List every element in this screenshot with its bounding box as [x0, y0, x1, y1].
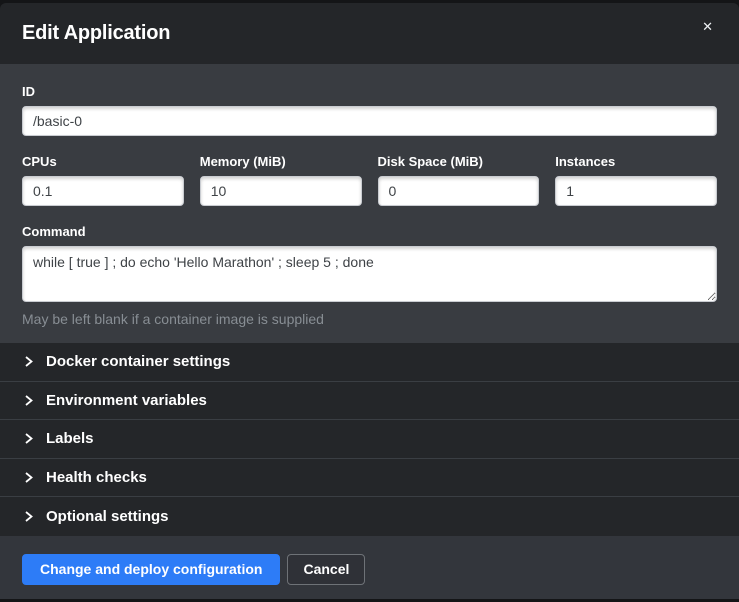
- command-field-group: Command while [ true ] ; do echo 'Hello …: [22, 224, 717, 327]
- memory-label: Memory (MiB): [200, 154, 362, 169]
- instances-field-group: Instances: [555, 154, 717, 206]
- section-health-checks[interactable]: Health checks: [0, 459, 739, 498]
- command-help-text: May be left blank if a container image i…: [22, 311, 717, 327]
- page-title: Edit Application: [22, 22, 170, 45]
- disk-input[interactable]: [378, 176, 540, 206]
- id-input[interactable]: [22, 106, 717, 136]
- section-environment-variables[interactable]: Environment variables: [0, 382, 739, 421]
- command-textarea[interactable]: while [ true ] ; do echo 'Hello Marathon…: [22, 246, 717, 302]
- section-docker-container-settings[interactable]: Docker container settings: [0, 343, 739, 382]
- section-optional-settings[interactable]: Optional settings: [0, 497, 739, 536]
- close-icon: ✕: [702, 19, 713, 34]
- section-label: Health checks: [46, 469, 147, 486]
- chevron-right-icon: [22, 355, 35, 368]
- chevron-right-icon: [22, 510, 35, 523]
- chevron-right-icon: [22, 471, 35, 484]
- edit-application-modal: Edit Application ✕ ID CPUs Memory (MiB) …: [0, 3, 739, 599]
- change-and-deploy-button[interactable]: Change and deploy configuration: [22, 554, 280, 585]
- disk-label: Disk Space (MiB): [378, 154, 540, 169]
- cpus-field-group: CPUs: [22, 154, 184, 206]
- command-label: Command: [22, 224, 717, 239]
- application-form: ID CPUs Memory (MiB) Disk Space (MiB) In…: [0, 64, 739, 343]
- close-button[interactable]: ✕: [698, 16, 717, 37]
- id-field-group: ID: [22, 84, 717, 136]
- section-label: Labels: [46, 430, 94, 447]
- id-label: ID: [22, 84, 717, 99]
- section-label: Environment variables: [46, 392, 207, 409]
- disk-field-group: Disk Space (MiB): [378, 154, 540, 206]
- memory-input[interactable]: [200, 176, 362, 206]
- section-label: Optional settings: [46, 508, 169, 525]
- cancel-button[interactable]: Cancel: [287, 554, 365, 585]
- chevron-right-icon: [22, 394, 35, 407]
- cpus-input[interactable]: [22, 176, 184, 206]
- collapsible-sections: Docker container settings Environment va…: [0, 343, 739, 536]
- cpus-label: CPUs: [22, 154, 184, 169]
- memory-field-group: Memory (MiB): [200, 154, 362, 206]
- resources-row: CPUs Memory (MiB) Disk Space (MiB) Insta…: [22, 154, 717, 206]
- modal-footer: Change and deploy configuration Cancel: [0, 536, 739, 599]
- chevron-right-icon: [22, 432, 35, 445]
- section-labels[interactable]: Labels: [0, 420, 739, 459]
- instances-input[interactable]: [555, 176, 717, 206]
- section-label: Docker container settings: [46, 353, 230, 370]
- instances-label: Instances: [555, 154, 717, 169]
- modal-header: Edit Application ✕: [0, 3, 739, 64]
